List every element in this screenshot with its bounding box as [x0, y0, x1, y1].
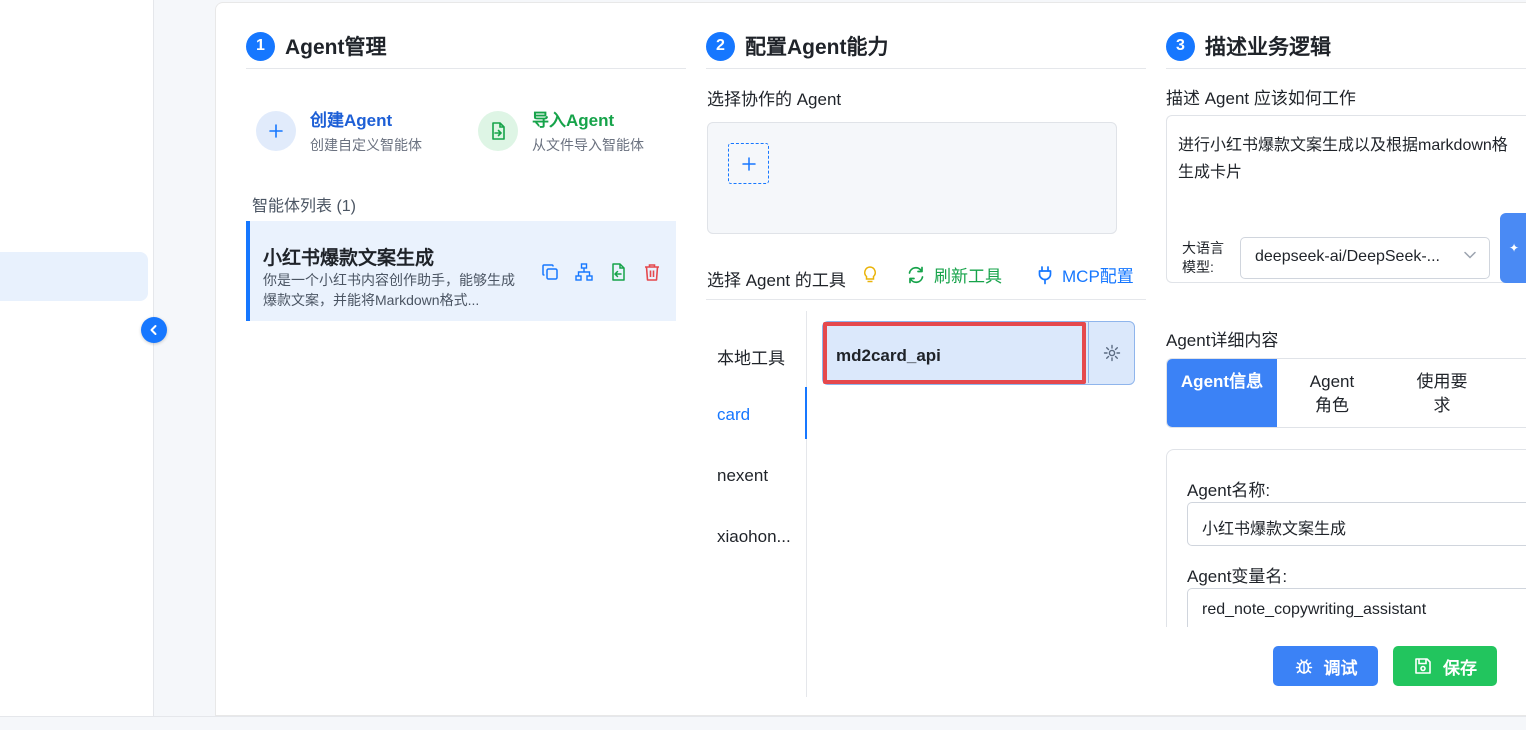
model-label: 大语言模型: [1182, 240, 1224, 275]
tool-settings-button[interactable] [1088, 322, 1134, 383]
divider [246, 68, 686, 69]
agent-description: 你是一个小红书内容创作助手，能够生成爆款文案，并能将Markdown格式... [263, 272, 515, 308]
tool-item[interactable]: md2card_api [822, 321, 1135, 385]
tool-name: md2card_api [836, 346, 941, 365]
plus-icon [741, 156, 756, 171]
step-number: 3 [1166, 31, 1195, 61]
refresh-tools-button[interactable]: 刷新工具 [906, 262, 1002, 287]
tool-category-tabs: 本地工具 card nexent xiaohon... [707, 311, 807, 697]
tab-usage-requirements[interactable]: 使用要求 [1387, 359, 1497, 427]
floppy-icon [1415, 658, 1431, 674]
file-import-icon [478, 110, 518, 151]
desc-line: 进行小红书爆款文案生成以及根据markdown格 [1178, 137, 1508, 154]
debug-button[interactable]: 调试 [1273, 646, 1378, 686]
chevron-left-icon [150, 325, 157, 335]
model-select[interactable]: deepseek-ai/DeepSeek-... [1240, 237, 1490, 279]
agent-name-label: Agent名称: [1187, 481, 1271, 500]
step-2-header: 2 配置Agent能力 [706, 31, 889, 61]
agent-list-title: 智能体列表 (1) [252, 198, 357, 215]
refresh-icon [908, 266, 924, 283]
agent-list-item[interactable]: 小红书爆款文案生成 你是一个小红书内容创作助手，能够生成爆款文案，并能将Mark… [246, 221, 676, 321]
trash-icon[interactable] [642, 262, 662, 282]
create-agent-button[interactable]: 创建Agent 创建自定义智能体 [256, 106, 422, 155]
agent-var-label: Agent变量名: [1187, 567, 1288, 586]
refresh-tools-label: 刷新工具 [934, 267, 1002, 286]
export-icon[interactable] [608, 262, 628, 282]
chevron-down-icon [1463, 248, 1477, 265]
plug-icon [1038, 265, 1052, 284]
tab-nexent[interactable]: nexent [717, 466, 768, 486]
tab-card[interactable]: card [717, 405, 750, 425]
tab-agent-role[interactable]: Agent角色 [1277, 359, 1387, 427]
step-number: 1 [246, 31, 275, 61]
sidebar-active-item[interactable] [0, 252, 148, 301]
create-agent-title: 创建Agent [310, 111, 393, 130]
gear-icon [1103, 344, 1120, 361]
active-tab-indicator [805, 387, 807, 439]
save-label: 保存 [1443, 658, 1477, 678]
tab-agent-info[interactable]: Agent信息 [1167, 359, 1277, 427]
step-1-header: 1 Agent管理 [246, 31, 387, 61]
mcp-config-button[interactable]: MCP配置 [1036, 262, 1134, 287]
agent-detail-tabs: Agent信息 Agent角色 使用要求 [1166, 358, 1526, 428]
agent-detail-label: Agent详细内容 [1166, 331, 1279, 350]
step-number: 2 [706, 31, 735, 61]
step-title: Agent管理 [285, 36, 387, 59]
agent-config-panel: 1 Agent管理 创建Agent 创建自定义智能体 导入Agent 从文件导入… [215, 2, 1526, 716]
divider [706, 68, 1146, 69]
add-collab-agent-button[interactable] [728, 143, 769, 184]
divider [706, 299, 1146, 300]
lightbulb-icon[interactable] [862, 265, 878, 290]
agent-var-input[interactable]: red_note_copywriting_assistant [1187, 588, 1526, 627]
import-agent-title: 导入Agent [532, 111, 615, 130]
model-value: deepseek-ai/DeepSeek-... [1255, 248, 1440, 265]
import-agent-button[interactable]: 导入Agent 从文件导入智能体 [478, 106, 644, 155]
debug-label: 调试 [1323, 658, 1358, 678]
sidebar [0, 0, 154, 716]
import-agent-subtitle: 从文件导入智能体 [532, 137, 644, 153]
mcp-config-label: MCP配置 [1062, 267, 1134, 286]
divider [1166, 68, 1526, 69]
agent-name: 小红书爆款文案生成 [263, 248, 435, 269]
step-title: 配置Agent能力 [745, 36, 889, 59]
desc-line: 生成卡片 [1178, 164, 1243, 181]
bug-icon [1295, 659, 1312, 674]
generate-button[interactable]: ✦ [1500, 213, 1526, 283]
tab-local-tools[interactable]: 本地工具 [717, 344, 785, 369]
collab-agent-box [707, 122, 1117, 234]
create-agent-subtitle: 创建自定义智能体 [310, 137, 422, 153]
business-desc-textarea[interactable]: 进行小红书爆款文案生成以及根据markdown格 生成卡片 大语言模型: dee… [1166, 115, 1526, 283]
step-title: 描述业务逻辑 [1205, 36, 1331, 59]
footer-strip [0, 716, 1526, 730]
collab-agent-label: 选择协作的 Agent [707, 90, 842, 109]
step-3-header: 3 描述业务逻辑 [1166, 31, 1331, 61]
plus-icon [256, 110, 296, 151]
sparkle-icon: ✦ [1508, 241, 1520, 255]
tools-label: 选择 Agent 的工具 [707, 271, 846, 290]
save-button[interactable]: 保存 [1393, 646, 1497, 686]
agent-info-panel: Agent名称: 小红书爆款文案生成 Agent变量名: red_note_co… [1166, 449, 1526, 627]
copy-icon[interactable] [540, 262, 560, 282]
tab-xiaohongshu[interactable]: xiaohon... [717, 527, 791, 547]
collapse-sidebar-button[interactable] [141, 317, 167, 343]
business-desc-label: 描述 Agent 应该如何工作 [1166, 89, 1356, 108]
sitemap-icon[interactable] [574, 262, 594, 282]
agent-name-input[interactable]: 小红书爆款文案生成 [1187, 502, 1526, 546]
content-gutter [155, 0, 215, 716]
